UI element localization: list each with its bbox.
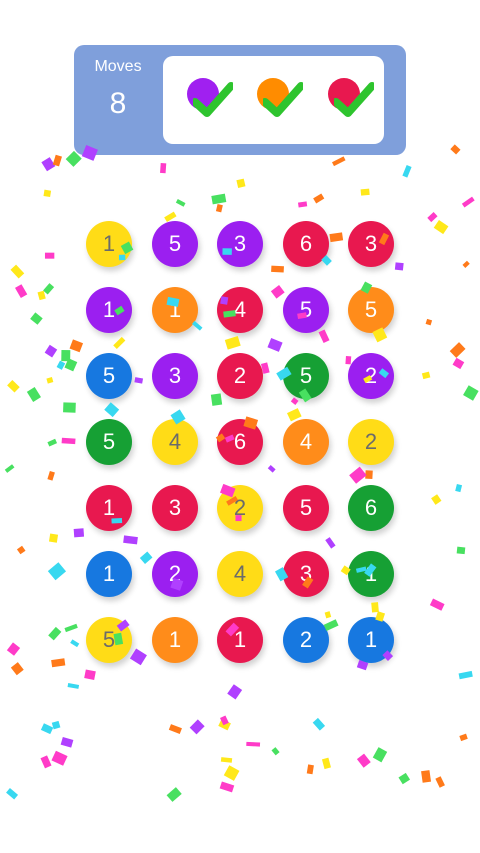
ball-yellow[interactable]: 4 xyxy=(152,419,198,465)
ball-red[interactable]: 3 xyxy=(152,485,198,531)
ball-green[interactable]: 5 xyxy=(283,353,329,399)
ball-purple[interactable]: 3 xyxy=(217,221,263,267)
ball-yellow[interactable]: 2 xyxy=(348,419,394,465)
ball-red[interactable]: 1 xyxy=(86,485,132,531)
ball-yellow[interactable]: 1 xyxy=(86,221,132,267)
ball-red[interactable]: 3 xyxy=(283,551,329,597)
ball-orange[interactable]: 4 xyxy=(283,419,329,465)
ball-green[interactable]: 5 xyxy=(86,419,132,465)
ball-purple[interactable]: 5 xyxy=(283,287,329,333)
ball-purple[interactable]: 3 xyxy=(152,353,198,399)
ball-red[interactable]: 5 xyxy=(283,485,329,531)
ball-red[interactable]: 2 xyxy=(217,353,263,399)
ball-grid: 15363114555325254642132561243151121 xyxy=(0,0,480,853)
ball-blue[interactable]: 1 xyxy=(348,617,394,663)
ball-green[interactable]: 1 xyxy=(348,551,394,597)
ball-yellow[interactable]: 2 xyxy=(217,485,263,531)
ball-blue[interactable]: 1 xyxy=(86,551,132,597)
ball-green[interactable]: 6 xyxy=(348,485,394,531)
ball-purple[interactable]: 2 xyxy=(348,353,394,399)
ball-purple[interactable]: 5 xyxy=(152,221,198,267)
ball-yellow[interactable]: 5 xyxy=(86,617,132,663)
ball-red[interactable]: 6 xyxy=(217,419,263,465)
ball-purple[interactable]: 2 xyxy=(152,551,198,597)
ball-yellow[interactable]: 4 xyxy=(217,551,263,597)
ball-red[interactable]: 4 xyxy=(217,287,263,333)
ball-blue[interactable]: 5 xyxy=(86,353,132,399)
ball-orange[interactable]: 5 xyxy=(348,287,394,333)
ball-blue[interactable]: 2 xyxy=(283,617,329,663)
ball-orange[interactable]: 1 xyxy=(152,287,198,333)
ball-purple[interactable]: 1 xyxy=(86,287,132,333)
ball-red[interactable]: 6 xyxy=(283,221,329,267)
ball-red[interactable]: 1 xyxy=(217,617,263,663)
ball-red[interactable]: 3 xyxy=(348,221,394,267)
ball-orange[interactable]: 1 xyxy=(152,617,198,663)
